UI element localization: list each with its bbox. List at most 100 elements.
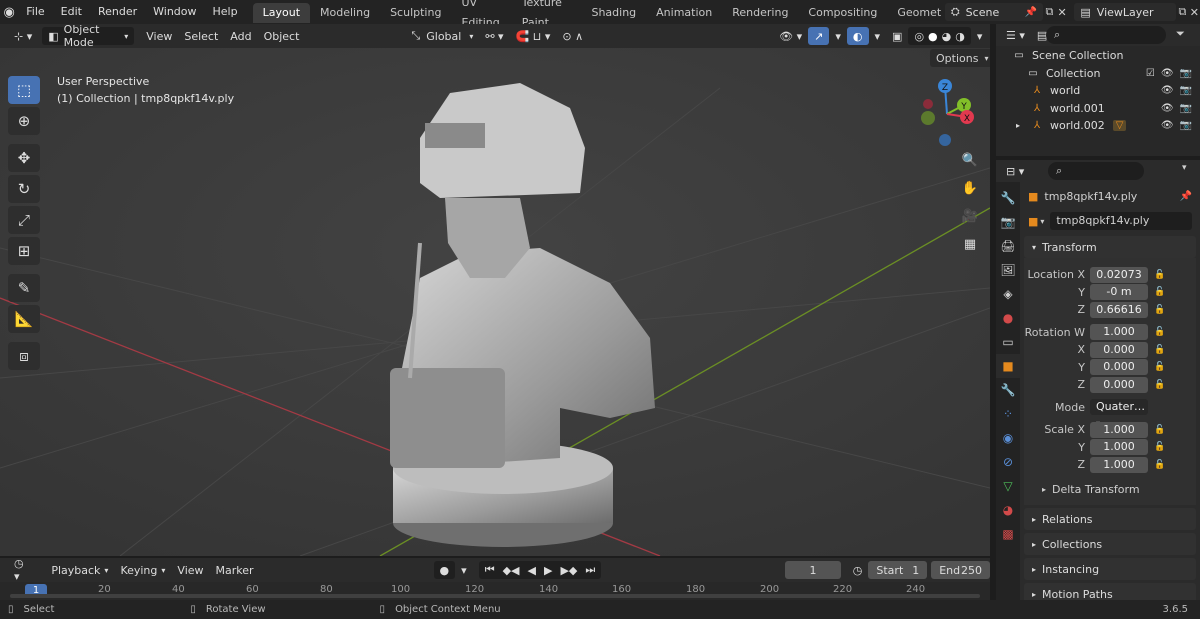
cursor-tool-icon[interactable]: ⊕ [8, 107, 40, 135]
camera-icon[interactable]: 📷 [1180, 68, 1192, 79]
camera-icon[interactable]: 📷 [1180, 120, 1192, 131]
3d-viewport[interactable]: User Perspective (1) Collection | tmp8qp… [0, 48, 990, 556]
properties-search-input[interactable]: ⌕ [1048, 162, 1144, 180]
rotation-z-field[interactable]: 0.000 [1090, 376, 1148, 393]
transform-orientation-selector[interactable]: ⤡ Global ▾ [405, 27, 479, 45]
auto-key-dropdown-icon[interactable]: ▾ [455, 561, 473, 579]
scale-z-field[interactable]: 1.000 [1090, 456, 1148, 473]
location-z-field[interactable]: 0.66616 [1090, 301, 1148, 318]
collection-tab-icon[interactable]: ▭ [996, 330, 1020, 354]
grid-perspective-icon[interactable]: ▦ [958, 232, 982, 256]
navigation-gizmo[interactable]: Z Y X [912, 72, 982, 152]
menu-marker[interactable]: Marker [210, 561, 260, 579]
xray-icon[interactable]: ▣ [886, 27, 908, 45]
chevron-down-icon[interactable]: ▾ [1040, 217, 1044, 226]
properties-editor-type-icon[interactable]: ⊟ ▾ [1000, 162, 1030, 180]
outliner-search-input[interactable]: ⌕ [1046, 26, 1166, 44]
menu-view[interactable]: View [140, 27, 178, 45]
rotation-x-field[interactable]: 0.000 [1090, 341, 1148, 358]
menu-render[interactable]: Render [90, 0, 145, 24]
menu-object[interactable]: Object [258, 27, 306, 45]
next-keyframe-icon[interactable]: ▶◆ [560, 564, 577, 577]
editor-type-icon[interactable]: ⊹ ▾ [8, 27, 38, 45]
location-y-field[interactable]: -0 m [1090, 284, 1148, 300]
add-cube-tool-icon[interactable]: ⧈ [8, 342, 40, 370]
world-tab-icon[interactable]: ● [996, 306, 1020, 330]
lock-icon[interactable]: 🔓 [1154, 305, 1165, 315]
data-tab-icon[interactable]: ▽ [996, 474, 1020, 498]
eye-icon[interactable]: 👁 [1161, 120, 1174, 131]
motion-paths-panel-header[interactable]: ▸ Motion Paths [1024, 583, 1196, 600]
tab-sculpting[interactable]: Sculpting [380, 3, 451, 23]
tool-tab-icon[interactable]: 🔧 [996, 186, 1020, 210]
constraints-tab-icon[interactable]: ⊘ [996, 450, 1020, 474]
zoom-icon[interactable]: 🔍 [958, 148, 982, 172]
relations-panel-header[interactable]: ▸ Relations [1024, 508, 1196, 530]
shading-dropdown-icon[interactable]: ▾ [971, 27, 989, 45]
new-view-layer-icon[interactable]: ⧉ [1176, 5, 1189, 19]
lock-icon[interactable]: 🔓 [1154, 287, 1165, 297]
camera-icon[interactable]: 📷 [1180, 85, 1192, 96]
gizmo-toggle-icon[interactable]: ↗ [808, 27, 830, 45]
new-scene-icon[interactable]: ⧉ [1043, 5, 1056, 19]
scene-selector[interactable]: ⛭ Scene 📌 [944, 3, 1044, 21]
transform-tool-icon[interactable]: ⊞ [8, 237, 40, 265]
select-box-tool-icon[interactable]: ⬚ [8, 76, 40, 104]
measure-tool-icon[interactable]: 📐 [8, 305, 40, 333]
rotate-tool-icon[interactable]: ↻ [8, 175, 40, 203]
eye-icon[interactable]: 👁 [1161, 85, 1174, 96]
scene-tab-icon[interactable]: ◈ [996, 282, 1020, 306]
menu-select[interactable]: Select [178, 27, 224, 45]
mode-selector[interactable]: ◧ Object Mode ▾ [42, 23, 135, 49]
move-tool-icon[interactable]: ✥ [8, 144, 40, 172]
timeline-scrollbar[interactable] [10, 594, 980, 598]
shading-modes[interactable]: ◎ ● ◕ ◑ [908, 27, 971, 45]
menu-add[interactable]: Add [224, 27, 257, 45]
menu-playback[interactable]: Playback ▾ [45, 561, 114, 579]
record-icon[interactable]: ● [433, 561, 456, 579]
blender-logo-icon[interactable]: ◉ [0, 5, 18, 20]
tab-compositing[interactable]: Compositing [798, 3, 887, 23]
options-button[interactable]: Options ▾ [930, 49, 990, 67]
lock-icon[interactable]: 🔓 [1154, 380, 1165, 390]
overlay-dropdown-icon[interactable]: ▾ [869, 27, 887, 45]
lock-icon[interactable]: 🔓 [1154, 270, 1165, 280]
remove-view-layer-icon[interactable]: ✕ [1189, 6, 1200, 19]
rotation-w-field[interactable]: 1.000 [1090, 324, 1148, 340]
tab-layout[interactable]: Layout [252, 3, 311, 23]
wireframe-shading-icon[interactable]: ◎ [914, 30, 924, 43]
pivot-point-icon[interactable]: ⚯ ▾ [479, 27, 509, 45]
jump-end-icon[interactable]: ⏭ [585, 563, 595, 577]
remove-scene-icon[interactable]: ✕ [1056, 6, 1069, 19]
menu-window[interactable]: Window [145, 0, 204, 24]
camera-icon[interactable]: 📷 [1180, 103, 1192, 114]
particles-tab-icon[interactable]: ⁘ [996, 402, 1020, 426]
location-x-field[interactable]: 0.02073 [1090, 266, 1148, 283]
overlay-toggle-icon[interactable]: ◐ [846, 27, 869, 45]
tab-rendering[interactable]: Rendering [722, 3, 798, 23]
jump-start-icon[interactable]: ⏮ [485, 563, 495, 577]
view-layer-tab-icon[interactable]: 🖼 [996, 258, 1020, 282]
annotate-tool-icon[interactable]: ✎ [8, 274, 40, 302]
current-frame-field[interactable]: 1 [785, 561, 841, 579]
lock-icon[interactable]: 🔓 [1154, 345, 1165, 355]
chevron-down-icon[interactable]: ▾ [1182, 163, 1187, 173]
render-tab-icon[interactable]: 📷 [996, 210, 1020, 234]
physics-tab-icon[interactable]: ◉ [996, 426, 1020, 450]
instancing-panel-header[interactable]: ▸ Instancing [1024, 558, 1196, 580]
preview-range-icon[interactable]: ◷ [847, 561, 869, 579]
play-reverse-icon[interactable]: ◀ [528, 564, 536, 577]
outliner-row-world[interactable]: ⅄ world 👁 📷 [996, 82, 1200, 100]
scale-y-field[interactable]: 1.000 [1090, 439, 1148, 455]
object-tab-icon[interactable]: ■ [996, 354, 1020, 378]
pin-icon[interactable]: 📌 [1180, 191, 1192, 202]
outliner-row-collection[interactable]: ▭ Collection ☑ 👁 📷 [996, 65, 1200, 83]
outliner-editor-type-icon[interactable]: ☰ ▾ [1000, 26, 1031, 44]
pin-icon[interactable]: 📌 [1025, 7, 1037, 18]
rotation-mode-select[interactable]: Quater… ▾ [1090, 399, 1148, 428]
texture-tab-icon[interactable]: ▩ [996, 522, 1020, 546]
start-frame-field[interactable]: Start 1 [868, 561, 928, 579]
scale-tool-icon[interactable]: ⤢ [8, 206, 40, 234]
tab-shading[interactable]: Shading [581, 3, 646, 23]
delta-transform-subpanel[interactable]: ▸ Delta Transform [1024, 479, 1196, 499]
